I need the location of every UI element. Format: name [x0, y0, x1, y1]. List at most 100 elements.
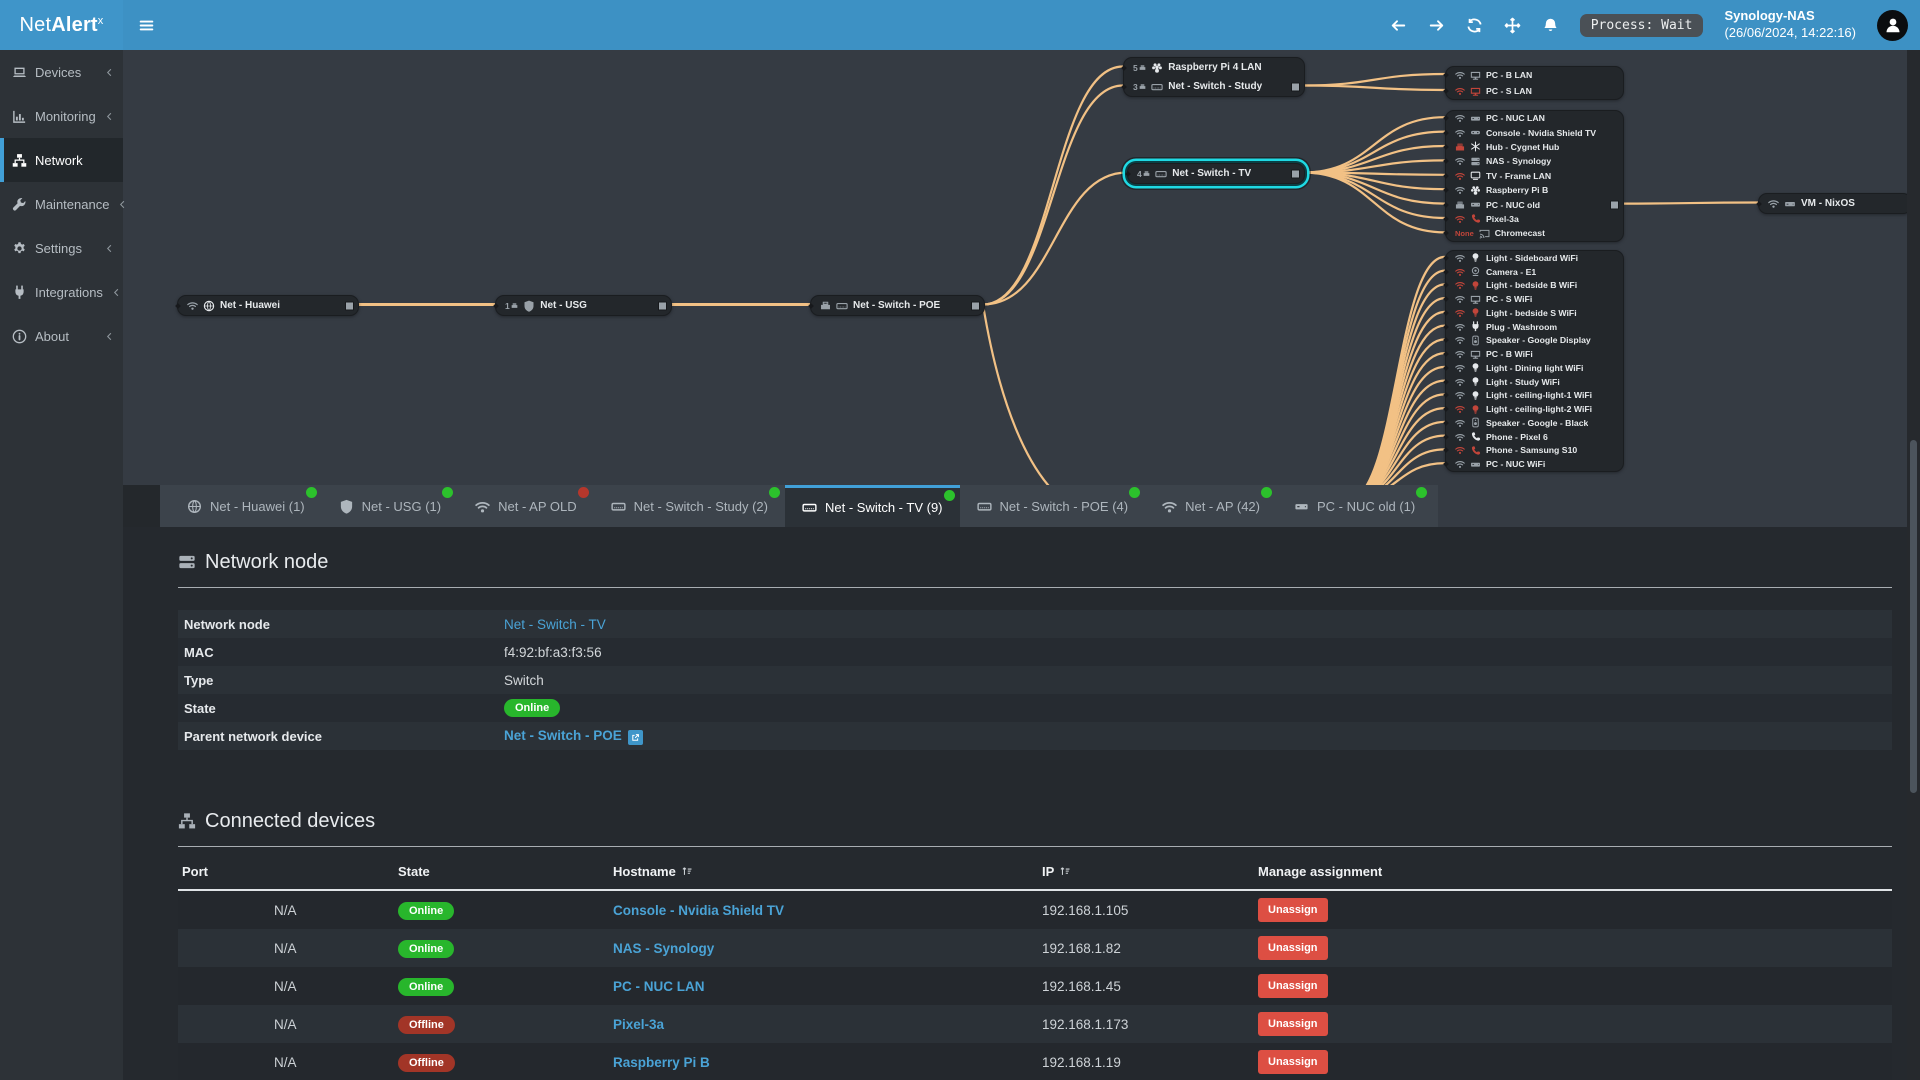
collapse-handle[interactable]	[1610, 200, 1619, 210]
topo-row-pc-nuc-wifi[interactable]: PC - NUC WiFi	[1443, 457, 1623, 471]
pc-icon	[1470, 199, 1481, 210]
hostname-link-raspberry-pi-b[interactable]: Raspberry Pi B	[613, 1055, 710, 1070]
topo-row-light-ceiling-light-1-wifi[interactable]: Light - ceiling-light-1 WiFi	[1443, 389, 1623, 403]
sidebar-item-monitoring[interactable]: Monitoring	[0, 94, 123, 138]
hostname-link-pc-nuc-lan[interactable]: PC - NUC LAN	[613, 979, 705, 994]
topo-row-pc-s-wifi[interactable]: PC - S WiFi	[1443, 292, 1623, 306]
unassign-button[interactable]: Unassign	[1258, 974, 1328, 998]
unassign-button[interactable]: Unassign	[1258, 898, 1328, 922]
topo-row-light-bedside-b-wifi[interactable]: Light - bedside B WiFi	[1443, 279, 1623, 293]
hostname-link-pixel-3a[interactable]: Pixel-3a	[613, 1017, 664, 1032]
topo-row-pc-nuc-lan[interactable]: PC - NUC LAN	[1443, 111, 1623, 125]
sidebar-item-network[interactable]: Network	[0, 138, 123, 182]
tab-pc-nuc-old-1[interactable]: PC - NUC old (1)	[1277, 485, 1432, 527]
switch-icon	[1155, 168, 1167, 180]
app-logo[interactable]: Net Alert x	[0, 0, 123, 50]
topo-node-huawei[interactable]: Net - Huawei	[175, 295, 359, 316]
arrow-right-button[interactable]	[1428, 17, 1445, 34]
collapse-handle[interactable]	[1291, 169, 1300, 178]
sidebar-item-devices[interactable]: Devices	[0, 50, 123, 94]
unassign-button[interactable]: Unassign	[1258, 1012, 1328, 1036]
sidebar-item-maintenance[interactable]: Maintenance	[0, 182, 123, 226]
topo-row-raspberry-pi-4-lan[interactable]: 5 Raspberry Pi 4 LAN	[1121, 58, 1304, 77]
topo-row-pc-b-wifi[interactable]: PC - B WiFi	[1443, 347, 1623, 361]
column-header-ip[interactable]: IP	[1042, 864, 1258, 879]
port-number: 5	[1133, 63, 1146, 73]
open-parent-button[interactable]	[627, 729, 643, 745]
parent-node-link[interactable]: Net - Switch - POE	[504, 728, 622, 743]
topo-row-raspberry-pi-b[interactable]: Raspberry Pi B	[1443, 183, 1623, 197]
topo-row-net-switch-tv[interactable]: 4 Net - Switch - TV	[1125, 164, 1304, 183]
topo-row-pc-b-lan[interactable]: PC - B LAN	[1443, 67, 1623, 83]
tab-net-huawei-1[interactable]: Net - Huawei (1)	[170, 485, 322, 527]
topo-row-pc-nuc-old[interactable]: PC - NUC old	[1443, 197, 1623, 211]
collapse-handle[interactable]	[658, 301, 667, 310]
collapse-handle[interactable]	[1291, 82, 1300, 91]
sidebar-item-settings[interactable]: Settings	[0, 226, 123, 270]
unassign-button[interactable]: Unassign	[1258, 936, 1328, 960]
topo-node-rpistudy[interactable]: 5 Raspberry Pi 4 LAN 3 Net - Switch - St…	[1121, 57, 1305, 97]
tab-net-ap-42[interactable]: Net - AP (42)	[1145, 485, 1277, 527]
topo-row-net-usg[interactable]: 1 Net - USG	[493, 296, 671, 315]
sidebar-item-about[interactable]: About	[0, 314, 123, 358]
topo-row-chromecast[interactable]: None Chromecast	[1443, 226, 1623, 240]
unassign-button[interactable]: Unassign	[1258, 1050, 1328, 1074]
sidebar-toggle-button[interactable]	[138, 17, 155, 34]
tab-net-switch-tv-9[interactable]: Net - Switch - TV (9)	[785, 485, 960, 527]
netalertx-app: Net Alert x Process: Wait Synology-NAS (26…	[0, 0, 1920, 1080]
hostname-link-nas-synology[interactable]: NAS - Synology	[613, 941, 714, 956]
tab-net-usg-1[interactable]: Net - USG (1)	[322, 485, 458, 527]
tab-net-ap-old[interactable]: Net - AP OLD	[458, 485, 594, 527]
ip-cell: 192.168.1.45	[1042, 978, 1121, 994]
topo-node-poe[interactable]: Net - Switch - POE	[808, 295, 985, 316]
scrollbar-thumb[interactable]	[1910, 440, 1917, 793]
topo-row-light-bedside-s-wifi[interactable]: Light - bedside S WiFi	[1443, 306, 1623, 320]
tab-label: Net - Huawei (1)	[210, 498, 305, 514]
topo-node-vm[interactable]: VM - NixOS	[1756, 193, 1907, 214]
topo-row-nas-synology[interactable]: NAS - Synology	[1443, 154, 1623, 168]
topo-row-net-huawei[interactable]: Net - Huawei	[175, 296, 358, 315]
topo-node-clusterA[interactable]: PC - B LAN PC - S LAN	[1443, 66, 1624, 100]
refresh-button[interactable]	[1466, 17, 1483, 34]
host-timestamp: (26/06/2024, 14:22:16)	[1724, 25, 1856, 40]
topo-row-phone-samsung-s10[interactable]: Phone - Samsung S10	[1443, 444, 1623, 458]
topo-row-net-switch-poe[interactable]: Net - Switch - POE	[808, 296, 984, 315]
collapse-handle[interactable]	[971, 301, 980, 310]
topo-row-light-study-wifi[interactable]: Light - Study WiFi	[1443, 375, 1623, 389]
topo-row-speaker-google-black[interactable]: Speaker - Google - Black	[1443, 416, 1623, 430]
column-header-hostname[interactable]: Hostname	[613, 864, 1042, 879]
node-link-net-switch-tv[interactable]: Net - Switch - TV	[504, 617, 606, 632]
tab-net-switch-poe-4[interactable]: Net - Switch - POE (4)	[960, 485, 1146, 527]
topo-row-plug-washroom[interactable]: Plug - Washroom	[1443, 320, 1623, 334]
state-badge: Online	[398, 901, 455, 920]
topo-row-console-nvidia-shield-tv[interactable]: Console - Nvidia Shield TV	[1443, 125, 1623, 139]
topo-row-light-sideboard-wifi[interactable]: Light - Sideboard WiFi	[1443, 251, 1623, 265]
topo-row-light-ceiling-light-2-wifi[interactable]: Light - ceiling-light-2 WiFi	[1443, 402, 1623, 416]
topo-row-phone-pixel-6[interactable]: Phone - Pixel 6	[1443, 430, 1623, 444]
topo-row-light-dining-light-wifi[interactable]: Light - Dining light WiFi	[1443, 361, 1623, 375]
user-avatar[interactable]	[1877, 9, 1908, 41]
topo-row-camera-e1[interactable]: Camera - E1	[1443, 265, 1623, 279]
topo-node-clusterC[interactable]: Light - Sideboard WiFi Camera - E1 Light…	[1443, 250, 1624, 472]
network-topology-canvas[interactable]: Net - Huawei 1 Net - USG Net - Switch - …	[123, 50, 1907, 485]
topo-row-pixel-3a[interactable]: Pixel-3a	[1443, 212, 1623, 226]
arrow-left-button[interactable]	[1390, 17, 1407, 34]
topo-node-clusterB[interactable]: PC - NUC LAN Console - Nvidia Shield TV …	[1443, 110, 1624, 242]
topo-row-speaker-google-display[interactable]: Speaker - Google Display	[1443, 334, 1623, 348]
topo-row-pc-s-lan[interactable]: PC - S LAN	[1443, 83, 1623, 99]
collapse-handle[interactable]	[345, 301, 354, 310]
hostname-link-console-nvidia-shield-tv[interactable]: Console - Nvidia Shield TV	[613, 903, 784, 918]
sidebar-item-integrations[interactable]: Integrations	[0, 270, 123, 314]
move-button[interactable]	[1504, 17, 1521, 34]
bell-button[interactable]	[1542, 17, 1559, 34]
topo-row-vm-nixos[interactable]: VM - NixOS	[1756, 194, 1907, 213]
topo-node-usg[interactable]: 1 Net - USG	[493, 295, 672, 316]
topo-row-hub-cygnet-hub[interactable]: Hub - Cygnet Hub	[1443, 140, 1623, 154]
tab-net-switch-study-2[interactable]: Net - Switch - Study (2)	[594, 485, 785, 527]
topo-node-tv[interactable]: 4 Net - Switch - TV	[1125, 163, 1305, 184]
topo-row-tv-frame-lan[interactable]: TV - Frame LAN	[1443, 169, 1623, 183]
port-cell: N/A	[274, 978, 297, 994]
topo-row-net-switch-study[interactable]: 3 Net - Switch - Study	[1121, 77, 1304, 96]
page-scrollbar[interactable]	[1907, 50, 1920, 1080]
status-dot-green	[1261, 487, 1272, 498]
